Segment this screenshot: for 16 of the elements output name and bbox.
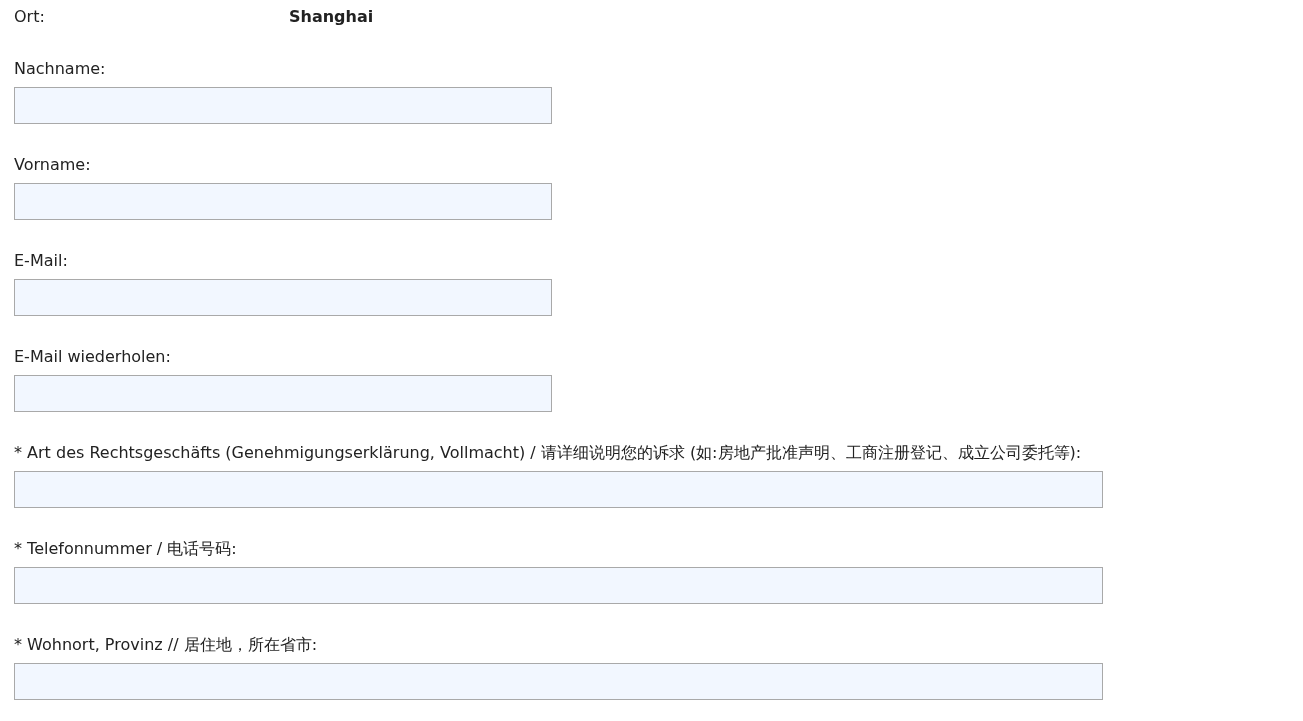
input-field[interactable] [14, 183, 552, 220]
input-field[interactable] [14, 375, 552, 412]
field-label: Vorname: [14, 155, 92, 175]
field-label: E-Mail: [14, 251, 69, 271]
input-field[interactable] [14, 87, 552, 124]
input-field[interactable] [14, 279, 552, 316]
field-label: * Art des Rechtsgeschäfts (Genehmigungserklärung, Vollmacht) / 请详细说明您的诉求 (如:房地产批准声明、工商注册登记、成立公司委托等): [14, 443, 1083, 463]
input-field[interactable] [14, 663, 1103, 700]
field-label: Ort: [14, 7, 46, 27]
field-label: Nachname: [14, 59, 107, 79]
field-label: * Wohnort, Provinz // 居住地，所在省市: [14, 635, 319, 655]
input-field[interactable] [14, 567, 1103, 604]
field-label: E-Mail wiederholen: [14, 347, 172, 367]
input-field[interactable] [14, 471, 1103, 508]
field-label: * Telefonnummer / 电话号码: [14, 539, 238, 559]
location-value: Shanghai [289, 7, 374, 27]
